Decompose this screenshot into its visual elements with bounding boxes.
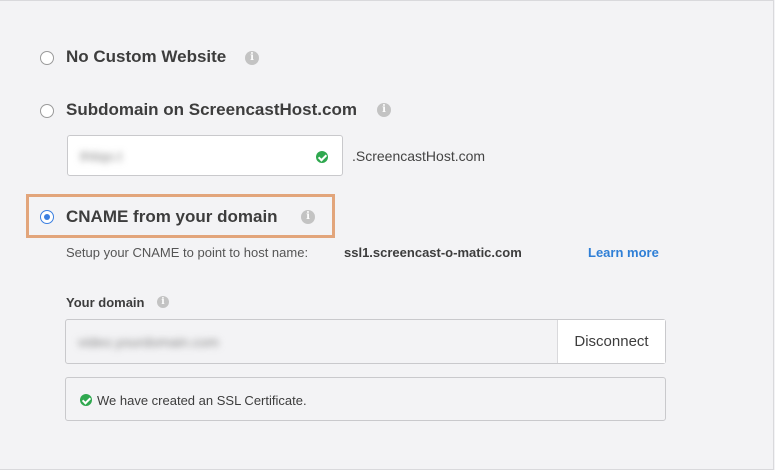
ssl-notice: We have created an SSL Certificate. — [65, 377, 666, 421]
disconnect-button[interactable]: Disconnect — [557, 320, 665, 363]
option-label-no-custom-website[interactable]: No Custom Website — [66, 47, 226, 67]
your-domain-input[interactable]: video.yourdomain.com Disconnect — [65, 319, 666, 364]
radio-no-custom-website[interactable] — [40, 51, 54, 65]
info-icon[interactable]: i — [245, 51, 259, 65]
option-label-subdomain[interactable]: Subdomain on ScreencastHost.com — [66, 100, 357, 120]
success-check-icon — [80, 394, 92, 406]
your-domain-input-value: video.yourdomain.com — [78, 334, 219, 350]
custom-website-panel: No Custom Website i Subdomain on Screenc… — [0, 0, 774, 470]
cname-setup-text: Setup your CNAME to point to host name: — [66, 245, 309, 260]
info-icon[interactable]: i — [301, 210, 315, 224]
ssl-notice-text: We have created an SSL Certificate. — [97, 393, 307, 408]
radio-subdomain[interactable] — [40, 104, 54, 118]
cname-host-name: ssl1.screencast-o-matic.com — [344, 245, 522, 260]
learn-more-link[interactable]: Learn more — [588, 245, 659, 260]
valid-check-icon — [316, 151, 328, 163]
radio-cname[interactable] — [40, 210, 54, 224]
subdomain-suffix: .ScreencastHost.com — [352, 148, 486, 164]
subdomain-input[interactable]: thtiqo.t — [67, 135, 343, 176]
your-domain-label: Your domain — [66, 295, 145, 310]
option-label-cname[interactable]: CNAME from your domain — [66, 207, 278, 227]
info-icon[interactable]: i — [377, 103, 391, 117]
info-icon[interactable]: i — [157, 296, 169, 308]
subdomain-input-value: thtiqo.t — [80, 148, 123, 164]
